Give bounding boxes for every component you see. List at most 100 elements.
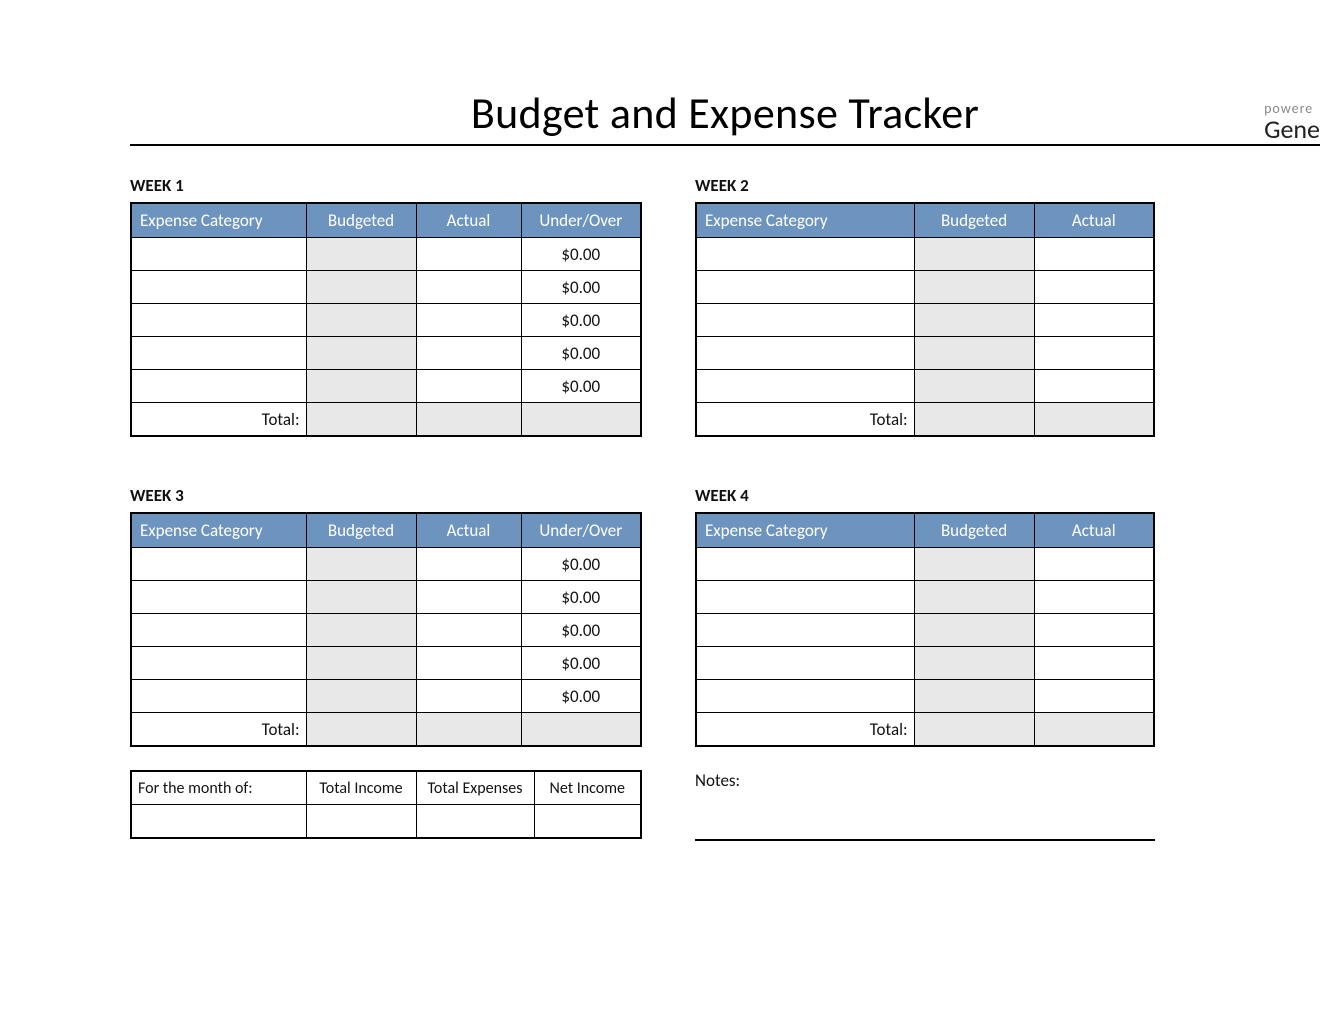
cell-budgeted[interactable] xyxy=(306,238,416,271)
table-row xyxy=(696,238,1154,271)
cell-actual[interactable] xyxy=(1034,647,1154,680)
cell-actual[interactable] xyxy=(1034,614,1154,647)
cell-actual[interactable] xyxy=(416,337,521,370)
cell-category[interactable] xyxy=(131,647,306,680)
cell-category[interactable] xyxy=(696,614,914,647)
notes-line[interactable] xyxy=(695,795,1155,841)
summary-month-label: For the month of: xyxy=(131,771,306,805)
week-label: WEEK 2 xyxy=(695,175,1155,196)
table-header-row: Expense CategoryBudgetedActual xyxy=(696,203,1154,238)
table-row: $0.00 xyxy=(131,614,641,647)
cell-budgeted[interactable] xyxy=(914,271,1034,304)
cell-category[interactable] xyxy=(131,304,306,337)
cell-category[interactable] xyxy=(696,581,914,614)
cell-actual[interactable] xyxy=(416,304,521,337)
cell-budgeted[interactable] xyxy=(914,581,1034,614)
cell-category[interactable] xyxy=(131,337,306,370)
cell-budgeted[interactable] xyxy=(914,304,1034,337)
cell-actual[interactable] xyxy=(1034,581,1154,614)
cell-category[interactable] xyxy=(696,647,914,680)
summary-total-expenses-value[interactable] xyxy=(416,805,534,839)
cell-budgeted[interactable] xyxy=(914,614,1034,647)
page: Budget and Expense Tracker powere Gene W… xyxy=(0,0,1320,1020)
cell-category[interactable] xyxy=(131,680,306,713)
col-budgeted: Budgeted xyxy=(914,203,1034,238)
col-category: Expense Category xyxy=(131,513,306,548)
cell-budgeted[interactable] xyxy=(914,548,1034,581)
cell-budgeted[interactable] xyxy=(914,238,1034,271)
table-header-row: Expense CategoryBudgetedActualUnder/Over xyxy=(131,513,641,548)
cell-category[interactable] xyxy=(131,581,306,614)
week-table: Expense CategoryBudgetedActualUnder/Over… xyxy=(130,202,642,437)
cell-category[interactable] xyxy=(696,548,914,581)
cell-underover: $0.00 xyxy=(521,304,641,337)
cell-underover: $0.00 xyxy=(521,370,641,403)
cell-budgeted[interactable] xyxy=(914,370,1034,403)
cell-budgeted[interactable] xyxy=(306,548,416,581)
cell-actual[interactable] xyxy=(1034,370,1154,403)
cell-actual[interactable] xyxy=(416,370,521,403)
table-row: $0.00 xyxy=(131,337,641,370)
cell-budgeted[interactable] xyxy=(306,647,416,680)
summary-header-row: For the month of: Total Income Total Exp… xyxy=(131,771,641,805)
total-budgeted xyxy=(306,713,416,747)
total-actual xyxy=(416,403,521,437)
table-row xyxy=(696,680,1154,713)
cell-actual[interactable] xyxy=(1034,337,1154,370)
week-label: WEEK 3 xyxy=(130,485,640,506)
table-row xyxy=(696,337,1154,370)
col-actual: Actual xyxy=(416,203,521,238)
table-row xyxy=(696,548,1154,581)
week-block: WEEK 1Expense CategoryBudgetedActualUnde… xyxy=(130,175,640,437)
cell-budgeted[interactable] xyxy=(306,614,416,647)
cell-budgeted[interactable] xyxy=(914,337,1034,370)
cell-budgeted[interactable] xyxy=(306,680,416,713)
cell-actual[interactable] xyxy=(1034,304,1154,337)
cell-actual[interactable] xyxy=(1034,548,1154,581)
cell-category[interactable] xyxy=(696,680,914,713)
cell-actual[interactable] xyxy=(416,238,521,271)
total-actual xyxy=(1034,403,1154,437)
cell-budgeted[interactable] xyxy=(914,647,1034,680)
cell-category[interactable] xyxy=(696,370,914,403)
cell-budgeted[interactable] xyxy=(306,271,416,304)
total-budgeted xyxy=(914,403,1034,437)
total-budgeted xyxy=(306,403,416,437)
cell-actual[interactable] xyxy=(416,271,521,304)
cell-category[interactable] xyxy=(696,271,914,304)
summary-net-income-value[interactable] xyxy=(534,805,641,839)
cell-category[interactable] xyxy=(696,238,914,271)
summary-total-income-label: Total Income xyxy=(306,771,416,805)
cell-budgeted[interactable] xyxy=(306,337,416,370)
cell-actual[interactable] xyxy=(416,647,521,680)
cell-category[interactable] xyxy=(131,614,306,647)
cell-actual[interactable] xyxy=(416,581,521,614)
cell-category[interactable] xyxy=(696,304,914,337)
summary-total-income-value[interactable] xyxy=(306,805,416,839)
cell-actual[interactable] xyxy=(1034,271,1154,304)
cell-category[interactable] xyxy=(131,271,306,304)
cell-category[interactable] xyxy=(131,238,306,271)
cell-category[interactable] xyxy=(131,548,306,581)
cell-category[interactable] xyxy=(131,370,306,403)
cell-budgeted[interactable] xyxy=(306,370,416,403)
cell-actual[interactable] xyxy=(416,680,521,713)
summary-month-value[interactable] xyxy=(131,805,306,839)
cell-budgeted[interactable] xyxy=(306,581,416,614)
cell-actual[interactable] xyxy=(416,614,521,647)
cell-actual[interactable] xyxy=(1034,238,1154,271)
table-total-row: Total: xyxy=(696,403,1154,437)
total-actual xyxy=(1034,713,1154,747)
cell-underover: $0.00 xyxy=(521,647,641,680)
table-row xyxy=(696,647,1154,680)
col-category: Expense Category xyxy=(131,203,306,238)
notes-block: Notes: xyxy=(695,770,1155,841)
cell-underover: $0.00 xyxy=(521,238,641,271)
table-row: $0.00 xyxy=(131,548,641,581)
cell-actual[interactable] xyxy=(1034,680,1154,713)
cell-budgeted[interactable] xyxy=(914,680,1034,713)
cell-category[interactable] xyxy=(696,337,914,370)
cell-actual[interactable] xyxy=(416,548,521,581)
week-block: WEEK 3 Expense CategoryBudgetedActualUnde… xyxy=(130,485,640,747)
cell-budgeted[interactable] xyxy=(306,304,416,337)
